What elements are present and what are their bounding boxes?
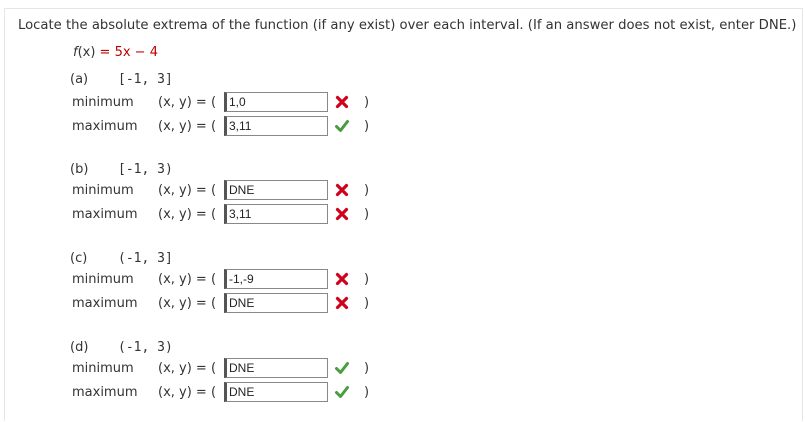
x-icon — [334, 271, 350, 287]
row-label: minimum — [72, 95, 134, 110]
answer-input[interactable]: 3,11 — [224, 204, 328, 224]
minimum-row: minimum (x, y) = ( DNE ) — [70, 358, 390, 380]
answer-input[interactable]: 1,0 — [224, 92, 328, 112]
maximum-row: maximum (x, y) = ( DNE ) — [70, 382, 390, 404]
row-prefix: (x, y) = ( — [158, 385, 217, 400]
row-suffix: ) — [364, 361, 370, 376]
check-icon — [334, 384, 350, 400]
minimum-row: minimum (x, y) = ( -1,-9 ) — [70, 269, 390, 291]
row-prefix: (x, y) = ( — [158, 207, 217, 222]
minimum-row: minimum (x, y) = ( DNE ) — [70, 180, 390, 202]
row-label: maximum — [72, 119, 138, 134]
answer-input[interactable]: 3,11 — [224, 116, 328, 136]
x-icon — [334, 206, 350, 222]
part-label: (b) — [70, 162, 89, 177]
row-label: minimum — [72, 361, 134, 376]
row-prefix: (x, y) = ( — [158, 272, 217, 287]
function-definition: f(x) = 5x − 4 — [73, 45, 158, 60]
row-prefix: (x, y) = ( — [158, 296, 217, 311]
row-prefix: (x, y) = ( — [158, 95, 217, 110]
row-suffix: ) — [364, 119, 370, 134]
x-icon — [334, 94, 350, 110]
row-label: maximum — [72, 385, 138, 400]
question-text: Locate the absolute extrema of the funct… — [18, 18, 797, 33]
part-interval: (-1, 3) — [118, 340, 173, 355]
part-b: (b) [-1, 3) minimum (x, y) = ( DNE ) max… — [70, 162, 390, 242]
row-label: minimum — [72, 272, 134, 287]
maximum-row: maximum (x, y) = ( DNE ) — [70, 293, 390, 315]
row-label: maximum — [72, 296, 138, 311]
check-icon — [334, 360, 350, 376]
part-interval: [-1, 3] — [118, 72, 173, 87]
part-a: (a) [-1, 3] minimum (x, y) = ( 1,0 ) max… — [70, 72, 390, 152]
minimum-row: minimum (x, y) = ( 1,0 ) — [70, 92, 390, 114]
part-label: (d) — [70, 340, 89, 355]
answer-input[interactable]: DNE — [224, 382, 328, 402]
row-label: maximum — [72, 207, 138, 222]
answer-input[interactable]: DNE — [224, 293, 328, 313]
row-suffix: ) — [364, 183, 370, 198]
x-icon — [334, 182, 350, 198]
row-suffix: ) — [364, 385, 370, 400]
answer-input[interactable]: -1,-9 — [224, 269, 328, 289]
part-label: (a) — [70, 72, 89, 87]
part-c: (c) (-1, 3] minimum (x, y) = ( -1,-9 ) m… — [70, 251, 390, 331]
part-interval: [-1, 3) — [118, 162, 173, 177]
row-prefix: (x, y) = ( — [158, 119, 217, 134]
function-expression: = 5x − 4 — [95, 45, 158, 60]
answer-input[interactable]: DNE — [224, 358, 328, 378]
part-interval: (-1, 3] — [118, 251, 173, 266]
row-suffix: ) — [364, 95, 370, 110]
x-icon — [334, 295, 350, 311]
row-prefix: (x, y) = ( — [158, 361, 217, 376]
maximum-row: maximum (x, y) = ( 3,11 ) — [70, 116, 390, 138]
row-prefix: (x, y) = ( — [158, 183, 217, 198]
part-label: (c) — [70, 251, 88, 266]
row-suffix: ) — [364, 272, 370, 287]
part-d: (d) (-1, 3) minimum (x, y) = ( DNE ) max… — [70, 340, 390, 420]
row-suffix: ) — [364, 207, 370, 222]
maximum-row: maximum (x, y) = ( 3,11 ) — [70, 204, 390, 226]
row-label: minimum — [72, 183, 134, 198]
answer-input[interactable]: DNE — [224, 180, 328, 200]
function-arg: (x) — [77, 45, 96, 60]
check-icon — [334, 118, 350, 134]
row-suffix: ) — [364, 296, 370, 311]
